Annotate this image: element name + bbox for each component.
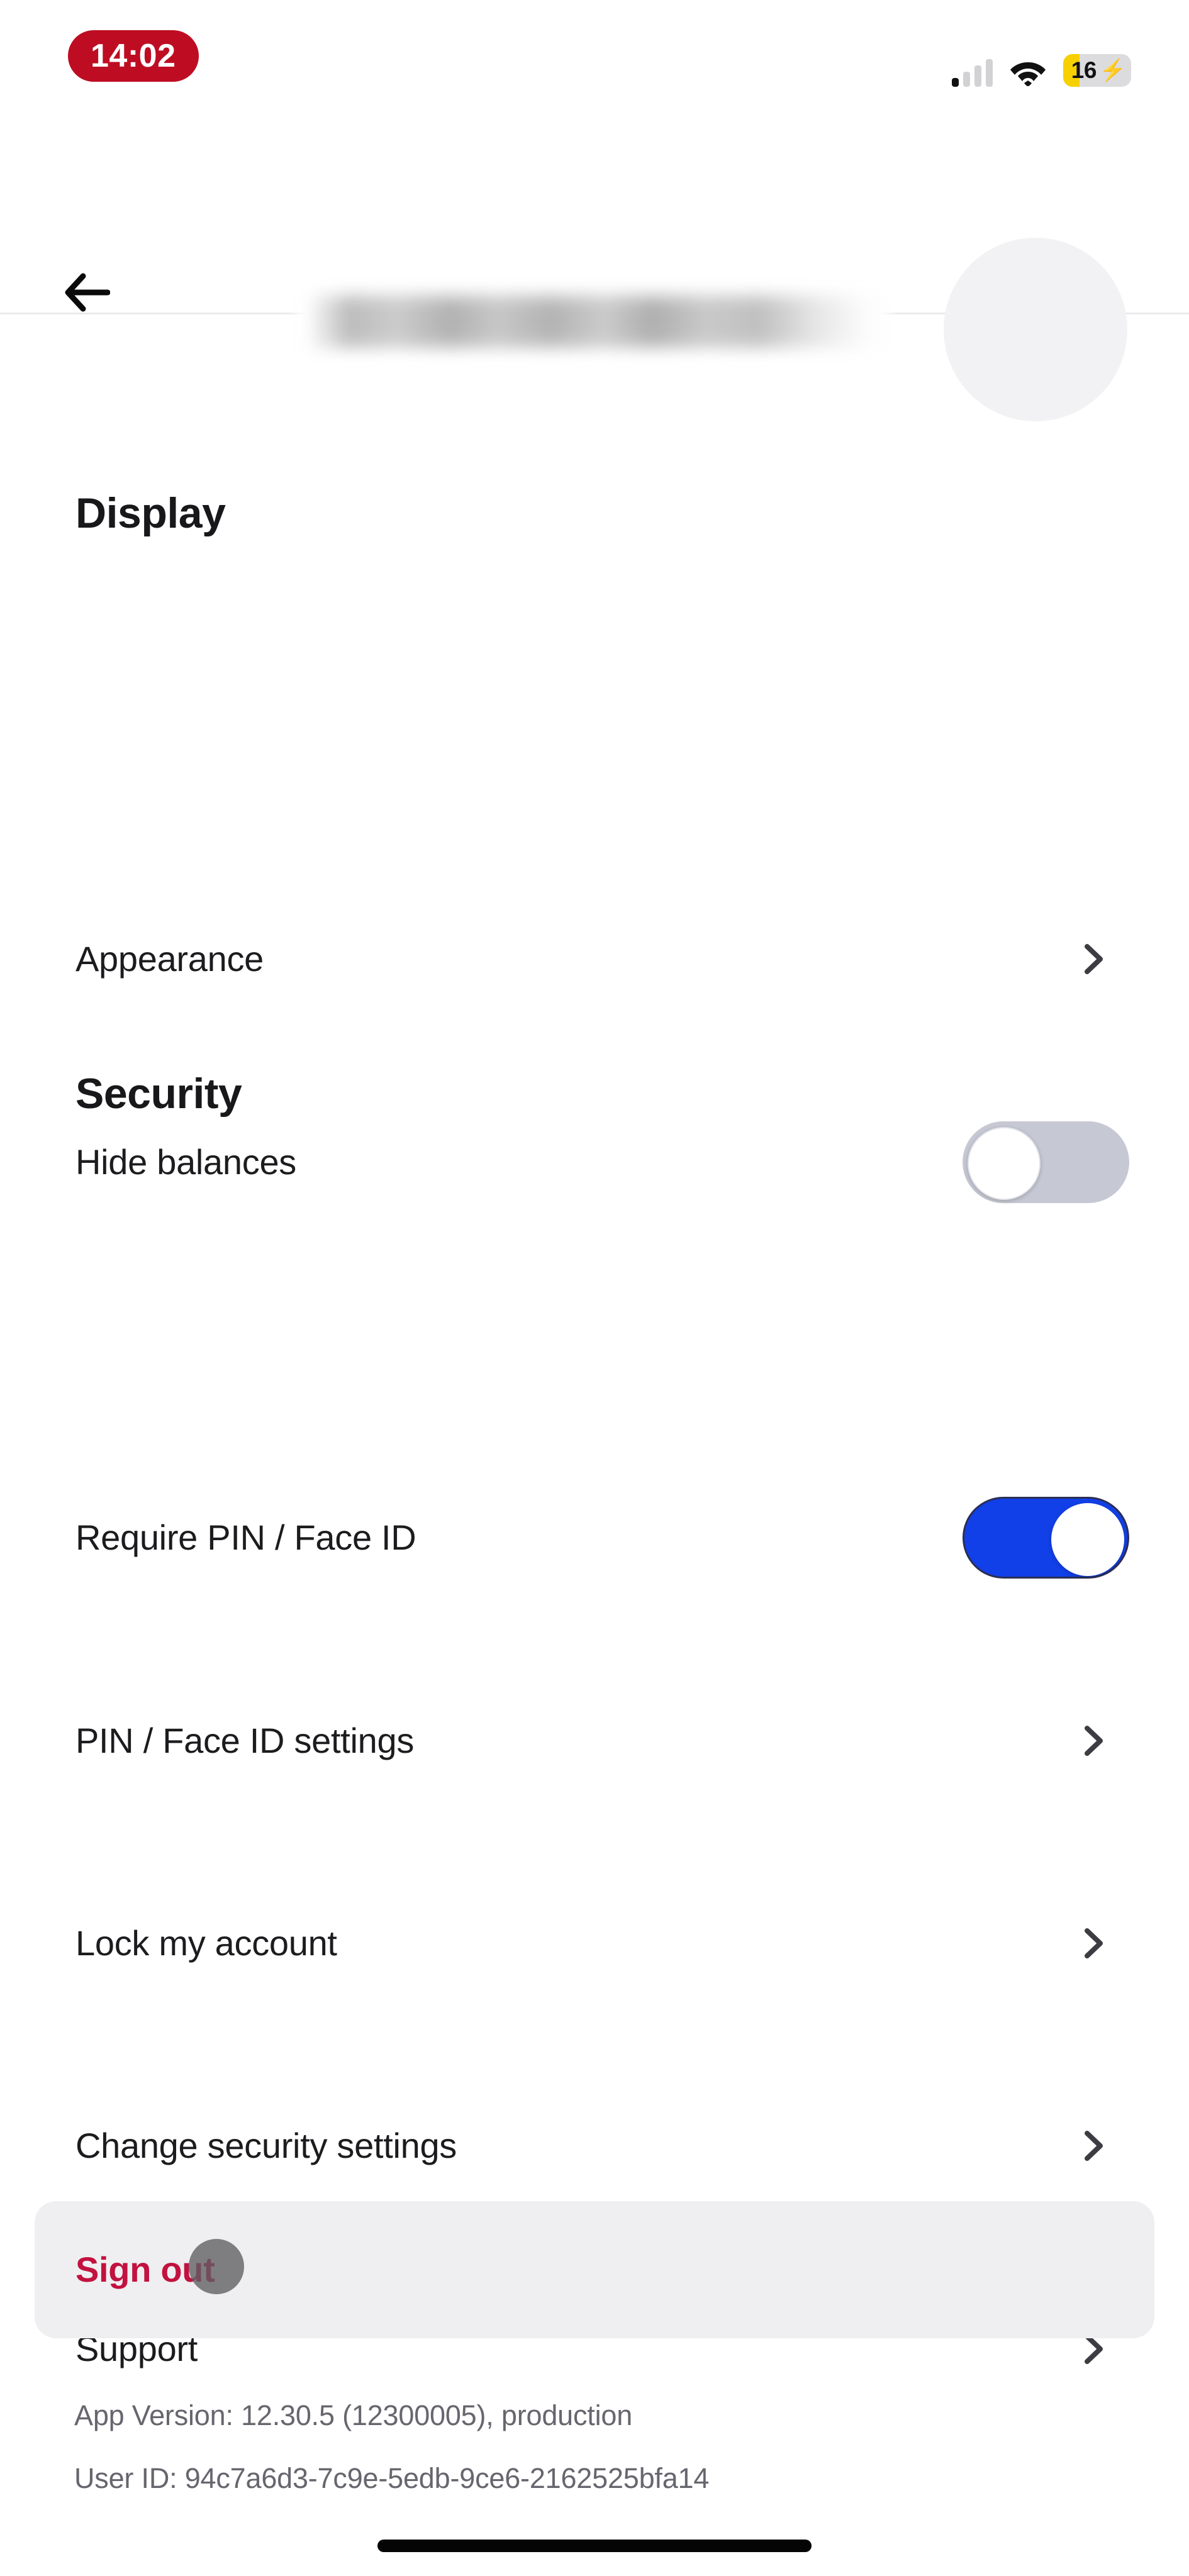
chevron-right-icon (1080, 944, 1108, 974)
toggle-hide-balances[interactable] (963, 1121, 1129, 1203)
chevron-right-icon (1080, 1726, 1108, 1756)
clock-time: 14:02 (91, 38, 176, 74)
row-label-appearance: Appearance (75, 939, 264, 979)
settings-row-lock-my-account[interactable]: Lock my account (0, 1902, 1189, 1984)
phone-screen: 14:02 16 ⚡ Display Appearance Hide balan… (0, 0, 1189, 2576)
user-id-text: User ID: 94c7a6d3-7c9e-5edb-9ce6-2162525… (74, 2462, 710, 2494)
status-bar: 14:02 16 ⚡ (0, 0, 1189, 104)
toggle-knob (1051, 1503, 1124, 1576)
toggle-require-pin-face-id[interactable] (963, 1497, 1129, 1579)
status-bar-clock: 14:02 (68, 30, 199, 82)
row-label-hide-balances: Hide balances (75, 1142, 296, 1182)
row-label-pin-face-id-settings: PIN / Face ID settings (75, 1721, 415, 1760)
charging-bolt-icon: ⚡ (1099, 58, 1126, 82)
settings-row-pin-face-id-settings[interactable]: PIN / Face ID settings (0, 1700, 1189, 1782)
row-label-lock-my-account: Lock my account (75, 1923, 337, 1963)
status-bar-indicators: 16 ⚡ (952, 48, 1131, 87)
section-heading-security: Security (75, 1070, 242, 1118)
app-header (0, 104, 1189, 421)
wifi-icon (1009, 58, 1047, 87)
row-label-require-pin-face-id: Require PIN / Face ID (75, 1518, 416, 1557)
touch-pointer-indicator (189, 2239, 244, 2294)
row-label-change-security-settings: Change security settings (75, 2126, 457, 2165)
back-arrow-icon (64, 273, 110, 312)
chevron-right-icon (1080, 2334, 1108, 2364)
section-heading-display: Display (75, 489, 226, 537)
header-title-redacted (296, 287, 890, 355)
toggle-knob (968, 1127, 1041, 1200)
settings-row-require-pin-face-id[interactable]: Require PIN / Face ID (0, 1497, 1189, 1579)
avatar[interactable] (944, 238, 1127, 421)
home-indicator[interactable] (377, 2540, 812, 2552)
back-button[interactable] (49, 255, 125, 330)
cellular-signal-icon (952, 59, 993, 87)
settings-row-change-security-settings[interactable]: Change security settings (0, 2105, 1189, 2187)
app-version-text: App Version: 12.30.5 (12300005), product… (74, 2399, 633, 2431)
battery-charging-icon: 16 ⚡ (1063, 54, 1131, 87)
battery-percent: 16 (1071, 57, 1097, 83)
chevron-right-icon (1080, 1928, 1108, 1958)
settings-row-appearance[interactable]: Appearance (0, 918, 1189, 1000)
chevron-right-icon (1080, 2131, 1108, 2161)
settings-row-hide-balances[interactable]: Hide balances (0, 1121, 1189, 1203)
